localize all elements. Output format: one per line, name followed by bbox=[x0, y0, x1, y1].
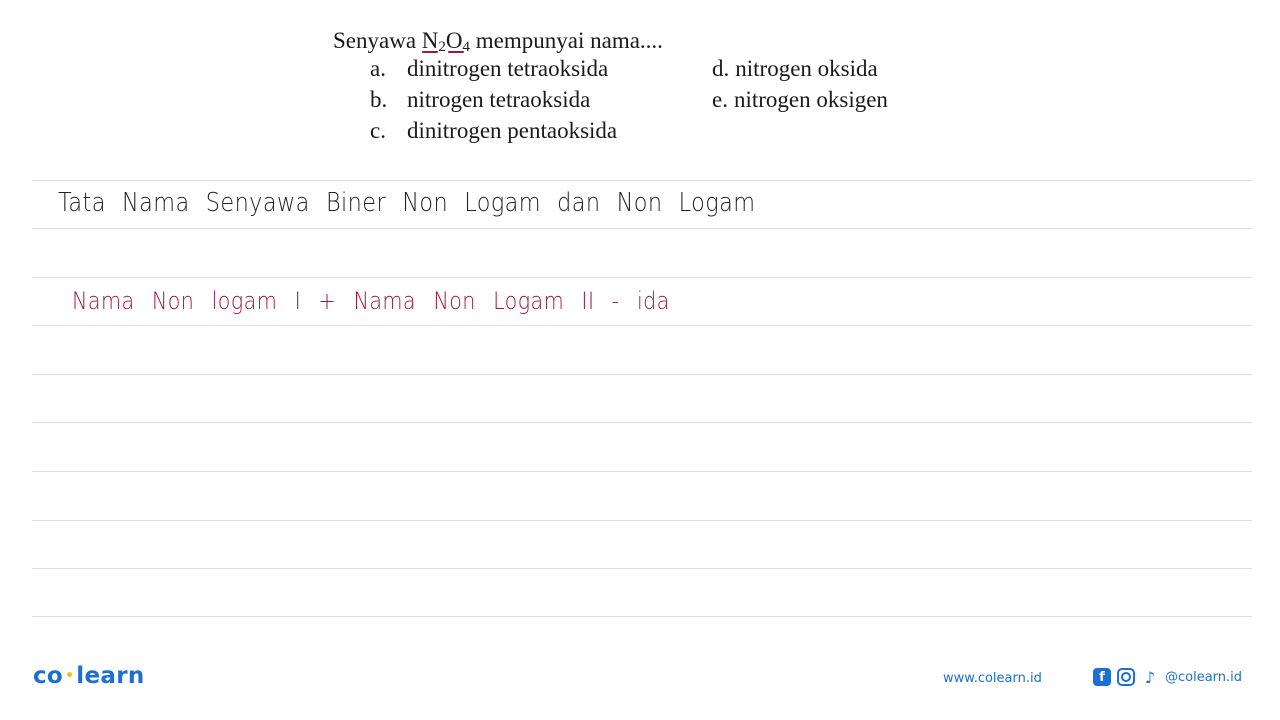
option-letter: d. bbox=[712, 56, 730, 81]
ruled-line bbox=[32, 520, 1252, 521]
option-letter: a. bbox=[370, 56, 386, 81]
ruled-line bbox=[32, 616, 1252, 617]
option-text: nitrogen tetraoksida bbox=[407, 87, 591, 112]
ruled-line bbox=[32, 325, 1252, 326]
option-letter: c. bbox=[370, 118, 386, 143]
ruled-line bbox=[32, 422, 1252, 423]
instagram-icon bbox=[1117, 668, 1135, 686]
option-d[interactable]: d. nitrogen oksida bbox=[712, 56, 878, 82]
option-letter: b. bbox=[370, 87, 388, 112]
website-link[interactable]: www.colearn.id bbox=[943, 671, 1042, 686]
question-prefix: Senyawa bbox=[333, 28, 422, 53]
annotation-underline-2 bbox=[447, 51, 464, 53]
option-text: nitrogen oksida bbox=[735, 56, 878, 81]
option-text: dinitrogen tetraoksida bbox=[407, 56, 609, 81]
option-text: nitrogen oksigen bbox=[733, 87, 888, 112]
handwritten-heading: Tata Nama Senyawa Biner Non Logam dan No… bbox=[58, 188, 756, 218]
option-c[interactable]: c. dinitrogen pentaoksida bbox=[370, 118, 617, 144]
facebook-icon[interactable]: f bbox=[1093, 668, 1111, 686]
colearn-logo[interactable]: co •learn bbox=[33, 663, 145, 689]
logo-dot: • bbox=[65, 668, 75, 684]
ruled-line bbox=[32, 180, 1252, 181]
formula-subscript-1: 2 bbox=[438, 39, 446, 55]
option-a[interactable]: a. dinitrogen tetraoksida bbox=[370, 56, 608, 82]
ruled-line bbox=[32, 277, 1252, 278]
instagram-icon-wrapper[interactable] bbox=[1117, 668, 1135, 686]
logo-part-learn: learn bbox=[76, 663, 145, 689]
formula-element-2: O bbox=[445, 28, 463, 53]
tiktok-icon[interactable]: ♪ bbox=[1141, 668, 1159, 687]
option-text: dinitrogen pentaoksida bbox=[407, 118, 618, 143]
ruled-line bbox=[32, 568, 1252, 569]
annotation-underline-1 bbox=[421, 51, 438, 53]
question-suffix: mempunyai nama.... bbox=[470, 28, 663, 53]
option-letter: e. bbox=[712, 87, 728, 112]
social-links: f ♪ @colearn.id bbox=[1093, 668, 1242, 687]
logo-part-co: co bbox=[33, 663, 64, 689]
ruled-line bbox=[32, 374, 1252, 375]
option-b[interactable]: b. nitrogen tetraoksida bbox=[370, 87, 590, 113]
formula-element-1: N bbox=[421, 28, 439, 53]
option-e[interactable]: e. nitrogen oksigen bbox=[712, 87, 888, 113]
handwritten-rule: Nama Non logam I + Nama Non Logam II - i… bbox=[72, 287, 670, 315]
ruled-line bbox=[32, 228, 1252, 229]
ruled-line bbox=[32, 471, 1252, 472]
social-handle[interactable]: @colearn.id bbox=[1165, 670, 1242, 685]
